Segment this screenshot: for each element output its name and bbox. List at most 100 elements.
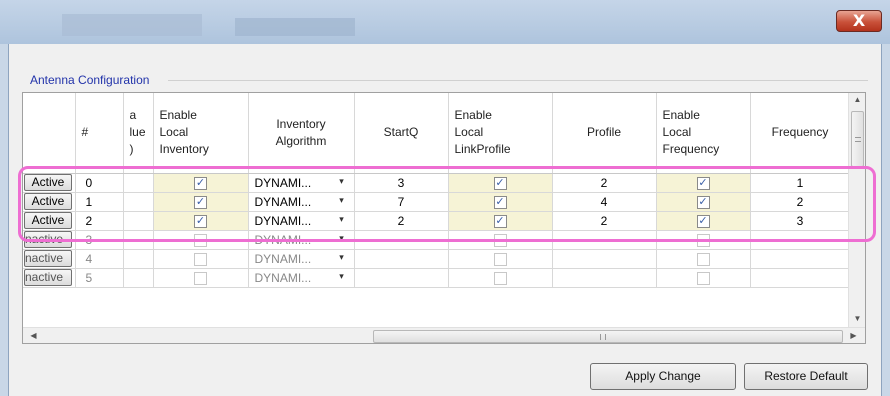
checkbox[interactable] <box>493 233 507 247</box>
enable-local-linkprofile-cell[interactable]: ✓ <box>448 173 553 193</box>
startq-cell[interactable] <box>354 268 449 288</box>
enable-local-inventory-cell[interactable]: ✓ <box>153 173 249 193</box>
startq-cell[interactable]: 7 <box>354 192 449 212</box>
table-row[interactable]: nactive 3 DYNAMI... ▾ <box>23 230 851 250</box>
frequency-cell[interactable] <box>750 249 851 269</box>
enable-local-inventory-cell[interactable]: ✓ <box>153 192 249 212</box>
scroll-left-icon[interactable]: ◀ <box>25 331 42 340</box>
column-header-value[interactable]: a lue ) <box>123 93 154 174</box>
frequency-cell[interactable]: 1 <box>750 173 851 193</box>
table-row[interactable]: nactive 4 DYNAMI... ▾ <box>23 249 851 269</box>
enable-local-frequency-cell[interactable] <box>656 268 751 288</box>
frequency-cell[interactable]: 3 <box>750 211 851 231</box>
row-active-toggle-button[interactable]: Active <box>24 193 72 210</box>
horizontal-scroll-thumb[interactable] <box>373 330 843 343</box>
row-active-toggle-button[interactable]: Active <box>24 212 72 229</box>
enable-local-linkprofile-cell[interactable] <box>448 268 553 288</box>
checkbox[interactable]: ✓ <box>194 195 207 209</box>
column-header-frequency[interactable]: Frequency <box>750 93 851 174</box>
table-row[interactable]: Active 1 ✓ DYNAMI... ▾ 7 ✓ 4 ✓ 2 <box>23 192 851 212</box>
inventory-algorithm-select[interactable]: DYNAMI... ▾ <box>248 230 355 250</box>
column-header-enable-local-linkprofile[interactable]: Enable Local LinkProfile <box>448 93 553 174</box>
value-cell[interactable] <box>123 268 154 288</box>
enable-local-linkprofile-cell[interactable] <box>448 230 553 250</box>
antenna-grid[interactable]: # a lue ) Enable Local Inventory Inventory … <box>22 92 866 344</box>
profile-cell[interactable]: 2 <box>552 211 657 231</box>
enable-local-frequency-cell[interactable] <box>656 230 751 250</box>
row-active-toggle-button[interactable]: nactive <box>24 250 72 267</box>
startq-cell[interactable] <box>354 230 449 250</box>
dropdown-arrow-icon[interactable]: ▾ <box>336 195 348 206</box>
startq-cell[interactable]: 3 <box>354 173 449 193</box>
checkbox[interactable] <box>696 252 710 266</box>
inventory-algorithm-select[interactable]: DYNAMI... ▾ <box>248 211 355 231</box>
value-cell[interactable] <box>123 173 154 193</box>
enable-local-frequency-cell[interactable]: ✓ <box>656 192 751 212</box>
enable-local-frequency-cell[interactable]: ✓ <box>656 173 751 193</box>
enable-local-linkprofile-cell[interactable]: ✓ <box>448 192 553 212</box>
startq-cell[interactable] <box>354 249 449 269</box>
column-header-selector[interactable] <box>23 93 76 174</box>
enable-local-inventory-cell[interactable]: ✓ <box>153 211 249 231</box>
dropdown-arrow-icon[interactable]: ▾ <box>336 176 348 187</box>
table-row[interactable]: nactive 5 DYNAMI... ▾ <box>23 268 851 288</box>
scroll-down-icon[interactable]: ▼ <box>849 314 865 323</box>
inventory-algorithm-select[interactable]: DYNAMI... ▾ <box>248 268 355 288</box>
column-header-enable-local-frequency[interactable]: Enable Local Frequency <box>656 93 751 174</box>
profile-cell[interactable] <box>552 230 657 250</box>
frequency-cell[interactable]: 2 <box>750 192 851 212</box>
dropdown-arrow-icon[interactable]: ▾ <box>336 271 348 282</box>
checkbox[interactable] <box>493 271 507 285</box>
column-header-inventory-algorithm[interactable]: Inventory Algorithm <box>248 93 355 174</box>
row-active-toggle-button[interactable]: nactive <box>24 269 72 286</box>
close-button[interactable]: X <box>836 10 882 32</box>
enable-local-inventory-cell[interactable] <box>153 249 249 269</box>
profile-cell[interactable]: 4 <box>552 192 657 212</box>
profile-cell[interactable] <box>552 249 657 269</box>
checkbox[interactable]: ✓ <box>696 214 710 228</box>
frequency-cell[interactable] <box>750 230 851 250</box>
checkbox[interactable]: ✓ <box>696 195 710 209</box>
inventory-algorithm-select[interactable]: DYNAMI... ▾ <box>248 249 355 269</box>
enable-local-frequency-cell[interactable]: ✓ <box>656 211 751 231</box>
inventory-algorithm-select[interactable]: DYNAMI... ▾ <box>248 173 355 193</box>
checkbox[interactable]: ✓ <box>696 176 710 190</box>
checkbox[interactable]: ✓ <box>493 195 507 209</box>
column-header-enable-local-inventory[interactable]: Enable Local Inventory <box>153 93 249 174</box>
row-active-toggle-button[interactable]: Active <box>24 174 72 191</box>
scroll-right-icon[interactable]: ▶ <box>845 331 862 340</box>
table-row[interactable]: Active 2 ✓ DYNAMI... ▾ 2 ✓ 2 ✓ 3 <box>23 211 851 231</box>
dropdown-arrow-icon[interactable]: ▾ <box>336 233 348 244</box>
enable-local-inventory-cell[interactable] <box>153 268 249 288</box>
checkbox[interactable] <box>194 252 207 266</box>
checkbox[interactable] <box>194 233 207 247</box>
frequency-cell[interactable] <box>750 268 851 288</box>
enable-local-inventory-cell[interactable] <box>153 230 249 250</box>
column-header-number[interactable]: # <box>75 93 124 174</box>
checkbox[interactable] <box>696 233 710 247</box>
scroll-up-icon[interactable]: ▲ <box>849 95 865 104</box>
checkbox[interactable] <box>194 271 207 285</box>
checkbox[interactable]: ✓ <box>194 176 207 190</box>
horizontal-scrollbar[interactable]: ◀ ▶ <box>23 327 865 343</box>
checkbox[interactable] <box>696 271 710 285</box>
enable-local-frequency-cell[interactable] <box>656 249 751 269</box>
value-cell[interactable] <box>123 211 154 231</box>
enable-local-linkprofile-cell[interactable]: ✓ <box>448 211 553 231</box>
value-cell[interactable] <box>123 192 154 212</box>
profile-cell[interactable]: 2 <box>552 173 657 193</box>
vertical-scroll-thumb[interactable] <box>851 111 864 167</box>
table-row[interactable]: Active 0 ✓ DYNAMI... ▾ 3 ✓ 2 ✓ 1 <box>23 173 851 193</box>
dropdown-arrow-icon[interactable]: ▾ <box>336 252 348 263</box>
row-active-toggle-button[interactable]: nactive <box>24 231 72 248</box>
inventory-algorithm-select[interactable]: DYNAMI... ▾ <box>248 192 355 212</box>
checkbox[interactable] <box>493 252 507 266</box>
column-header-startq[interactable]: StartQ <box>354 93 449 174</box>
checkbox[interactable]: ✓ <box>194 214 207 228</box>
value-cell[interactable] <box>123 230 154 250</box>
checkbox[interactable]: ✓ <box>493 214 507 228</box>
value-cell[interactable] <box>123 249 154 269</box>
checkbox[interactable]: ✓ <box>493 176 507 190</box>
dropdown-arrow-icon[interactable]: ▾ <box>336 214 348 225</box>
vertical-scrollbar[interactable]: ▲ ▼ <box>848 93 865 327</box>
